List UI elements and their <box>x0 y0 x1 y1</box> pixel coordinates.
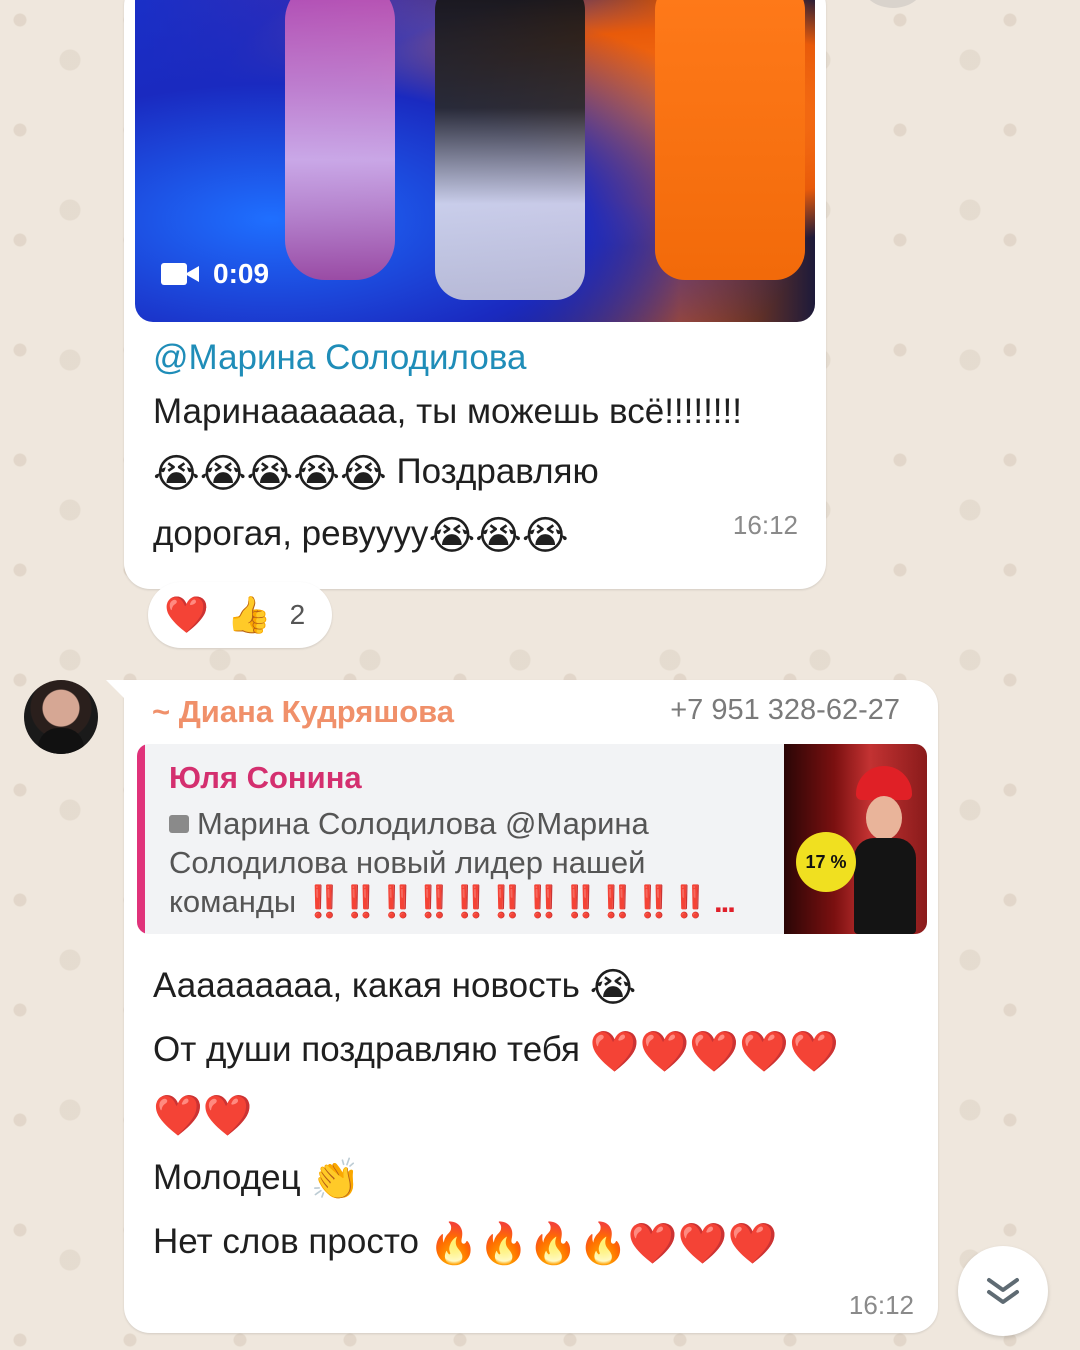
quote-author: Юля Сонина <box>169 760 362 795</box>
partial-button[interactable] <box>862 0 924 8</box>
scroll-to-bottom-button[interactable] <box>958 1246 1048 1336</box>
reactions-pill[interactable]: ❤️ 👍 2 <box>148 582 332 648</box>
thumbs-up-reaction-icon[interactable]: 👍 <box>227 594 272 636</box>
video-duration-badge: 0:09 <box>161 256 269 292</box>
message-line: От души поздравляю тебя ❤️❤️❤️❤️❤️ <box>153 1029 839 1075</box>
thumb-dress <box>854 838 916 934</box>
message-text: @Марина Солодилова Маринааааааа, ты може… <box>153 334 803 566</box>
clapping-emoji: 👏 <box>310 1157 361 1203</box>
message-bubble-reply[interactable]: ~ Диана Кудряшова +7 951 328-62-27 Юля С… <box>106 680 938 1333</box>
video-duration: 0:09 <box>213 258 270 289</box>
message-line: ❤️❤️ <box>153 1082 913 1146</box>
video-figure <box>655 0 805 280</box>
hearts-emoji-group: ❤️❤️ <box>153 1093 253 1139</box>
quoted-message[interactable]: Юля Сонина Марина Солодилова @Марина Сол… <box>137 744 927 934</box>
message-timestamp: 16:12 <box>848 1290 914 1320</box>
thumb-face <box>866 796 902 840</box>
quote-exclamations: ‼️‼️‼️‼️‼️‼️‼️‼️‼️‼️‼️ ... <box>304 884 736 919</box>
video-camera-icon <box>161 263 199 285</box>
crying-emoji-group: 😭😭😭 <box>428 513 569 559</box>
message-line: Молодец 👏 <box>153 1157 361 1203</box>
message-line: Нет слов просто 🔥🔥🔥🔥❤️❤️❤️ <box>153 1221 778 1267</box>
crying-emoji: 😭 <box>589 965 637 1011</box>
message-timestamp: 16:12 <box>732 510 798 540</box>
image-icon <box>169 815 189 833</box>
quote-image-thumbnail: 17 % <box>784 744 927 934</box>
message-bubble-video[interactable]: 0:09 @Марина Солодилова Маринааааааа, ты… <box>124 0 826 589</box>
heart-reaction-icon[interactable]: ❤️ <box>164 594 209 636</box>
fire-hearts-emoji-group: 🔥🔥🔥🔥❤️❤️❤️ <box>428 1221 778 1267</box>
hearts-emoji-group: ❤️❤️❤️❤️❤️ <box>589 1029 839 1075</box>
message-line: 😭😭😭😭😭 Поздравляю <box>153 451 599 497</box>
avatar[interactable] <box>24 680 98 754</box>
chevron-double-down-icon <box>987 1278 1019 1304</box>
sender-phone[interactable]: +7 951 328-62-27 <box>670 694 900 727</box>
quote-accent-bar <box>137 744 145 934</box>
video-figure <box>285 0 395 280</box>
reaction-count: 2 <box>289 599 306 630</box>
mention-link[interactable]: @Марина Солодилова <box>153 334 803 382</box>
video-thumbnail[interactable]: 0:09 <box>135 0 815 322</box>
thumb-hat <box>856 766 912 800</box>
message-line: Ааааааааа, какая новость 😭 <box>153 965 637 1011</box>
quote-text: Марина Солодилова @Марина Солодилова нов… <box>169 806 736 919</box>
message-line: Маринааааааа, ты можешь всё!!!!!!!! <box>153 392 742 431</box>
discount-badge: 17 % <box>796 832 856 892</box>
message-line: дорогая, ревуууу😭😭😭 <box>153 513 569 559</box>
crying-emoji-group: 😭😭😭😭😭 <box>153 451 387 497</box>
video-figure <box>435 0 585 300</box>
sender-name[interactable]: ~ Диана Кудряшова <box>152 694 454 730</box>
message-text: Ааааааааа, какая новость 😭 От души поздр… <box>153 954 913 1274</box>
